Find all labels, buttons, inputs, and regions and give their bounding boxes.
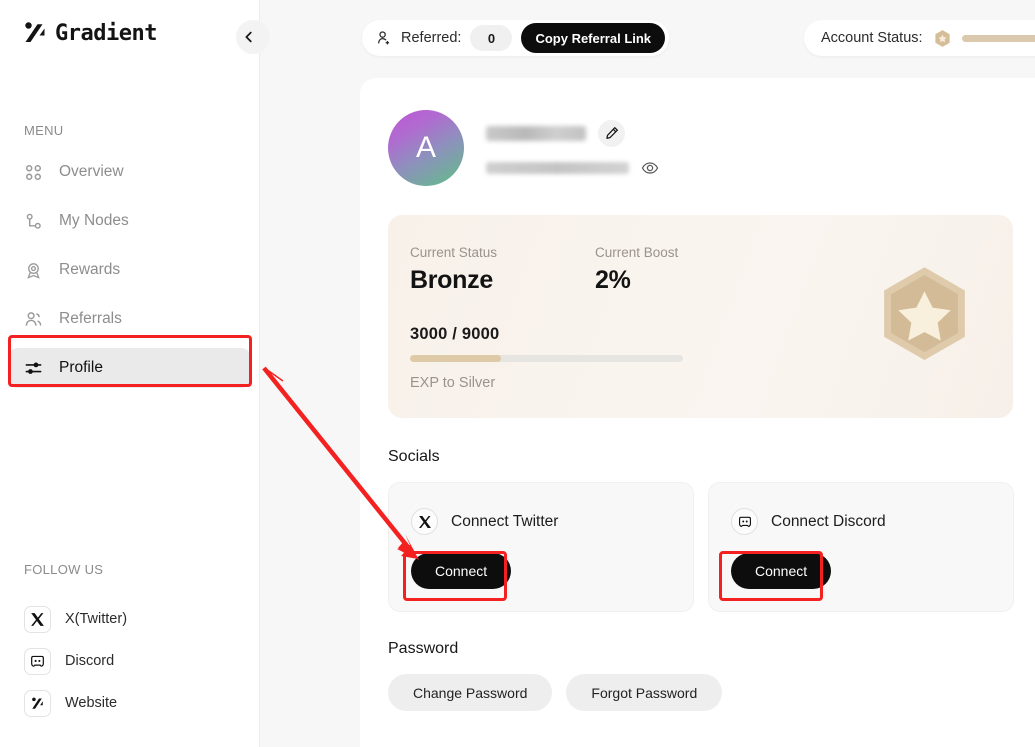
exp-progress-fill xyxy=(410,355,501,362)
x-twitter-icon-box xyxy=(24,605,51,633)
email-row xyxy=(486,159,659,177)
sidebar-item-label: Profile xyxy=(59,359,103,376)
email-redacted xyxy=(486,161,629,174)
users-icon xyxy=(25,311,42,326)
chevron-left-icon xyxy=(244,31,252,43)
x-twitter-icon xyxy=(31,612,44,626)
discord-icon-box xyxy=(731,508,758,535)
topbar: Referred: 0 Copy Referral Link Account S… xyxy=(260,0,1035,78)
current-status-value: Bronze xyxy=(410,266,493,294)
x-twitter-icon-box xyxy=(411,508,438,535)
social-card-discord: Connect Discord Connect xyxy=(708,482,1014,612)
sidebar-menu: Overview My Nodes Rewards Referrals Prof… xyxy=(0,152,259,388)
twitter-connect-button[interactable]: Connect xyxy=(411,553,512,589)
sidebar-item-referrals[interactable]: Referrals xyxy=(8,299,251,339)
sidebar-item-rewards[interactable]: Rewards xyxy=(8,250,251,290)
sidebar-item-profile[interactable]: Profile xyxy=(8,348,251,388)
referred-pill: Referred: 0 Copy Referral Link xyxy=(362,20,670,56)
sidebar-item-my-nodes[interactable]: My Nodes xyxy=(8,201,251,241)
gradient-logo-icon xyxy=(32,697,43,709)
social-card-label: Connect Discord xyxy=(771,512,886,530)
profile-content-card: A Current Status Bronze Current Boost 2%… xyxy=(360,78,1035,747)
identity-block xyxy=(486,119,659,177)
sidebar-item-label: Referrals xyxy=(59,310,122,327)
grid-icon xyxy=(25,164,42,180)
status-card: Current Status Bronze Current Boost 2% 3… xyxy=(388,215,1013,418)
copy-referral-link-button[interactable]: Copy Referral Link xyxy=(521,23,666,53)
x-twitter-icon xyxy=(418,515,431,528)
discord-icon-box xyxy=(24,647,51,675)
socials-title: Socials xyxy=(388,448,440,465)
follow-us-list: X(Twitter) Discord Website xyxy=(24,598,127,724)
current-boost-caption: Current Boost xyxy=(595,245,679,260)
follow-item-website[interactable]: Website xyxy=(24,682,127,724)
sidebar-item-label: Overview xyxy=(59,163,124,180)
follow-item-discord[interactable]: Discord xyxy=(24,640,127,682)
social-card-header: Connect Discord xyxy=(731,508,1013,535)
eye-icon[interactable] xyxy=(641,159,659,177)
current-boost-block: Current Boost 2% xyxy=(595,245,780,295)
discord-connect-button[interactable]: Connect xyxy=(731,553,832,589)
sliders-icon xyxy=(25,362,42,374)
brand-name: Gradient xyxy=(55,20,157,46)
website-icon-box xyxy=(24,689,51,717)
current-status-block: Current Status Bronze xyxy=(410,245,595,295)
social-card-label: Connect Twitter xyxy=(451,512,559,530)
profile-header: A xyxy=(360,78,1035,186)
menu-section-label: MENU xyxy=(24,123,64,138)
pencil-edit-icon xyxy=(605,127,618,139)
current-boost-value: 2% xyxy=(595,266,631,294)
sidebar-collapse-button[interactable] xyxy=(236,20,270,54)
password-actions: Change Password Forgot Password xyxy=(388,674,1035,711)
award-icon xyxy=(27,262,40,279)
sidebar-item-label: My Nodes xyxy=(59,212,129,229)
exp-caption: EXP to Silver xyxy=(410,375,496,391)
follow-us-label: FOLLOW US xyxy=(24,562,104,577)
sidebar: Gradient MENU Overview My Nodes Rewards … xyxy=(0,0,270,747)
follow-item-label: Discord xyxy=(65,653,115,669)
social-card-header: Connect Twitter xyxy=(411,508,693,535)
follow-item-label: X(Twitter) xyxy=(65,611,128,627)
user-plus-icon xyxy=(377,31,390,45)
account-status-progress-bar xyxy=(961,34,1035,42)
social-card-twitter: Connect Twitter Connect xyxy=(388,482,694,612)
follow-item-label: Website xyxy=(65,695,118,711)
password-title: Password xyxy=(388,640,459,657)
change-password-button[interactable]: Change Password xyxy=(388,674,553,711)
username-row xyxy=(486,119,659,147)
avatar: A xyxy=(388,110,464,186)
socials-row: Connect Twitter Connect Connect Discord … xyxy=(388,482,1035,612)
gradient-logo-icon xyxy=(25,22,45,42)
current-status-caption: Current Status xyxy=(410,245,498,260)
hex-star-badge-icon xyxy=(884,267,965,360)
username-redacted xyxy=(486,125,586,141)
account-status-label: Account Status: xyxy=(821,30,923,46)
brand[interactable]: Gradient xyxy=(0,0,259,46)
referred-label: Referred: xyxy=(401,30,462,46)
app-root: Gradient MENU Overview My Nodes Rewards … xyxy=(0,0,1035,747)
hex-star-badge-icon xyxy=(934,29,950,47)
nodes-icon xyxy=(26,213,41,229)
edit-username-button[interactable] xyxy=(598,119,625,147)
forgot-password-button[interactable]: Forgot Password xyxy=(566,674,723,711)
account-status-pill: Account Status: xyxy=(804,20,1035,56)
sidebar-item-label: Rewards xyxy=(59,261,121,278)
follow-item-x-twitter[interactable]: X(Twitter) xyxy=(24,598,127,640)
referred-count: 0 xyxy=(470,25,513,51)
sidebar-item-overview[interactable]: Overview xyxy=(8,152,251,192)
main-area: Referred: 0 Copy Referral Link Account S… xyxy=(260,0,1035,747)
discord-icon xyxy=(738,516,751,527)
exp-progress-track xyxy=(410,355,683,362)
discord-icon xyxy=(31,655,44,667)
